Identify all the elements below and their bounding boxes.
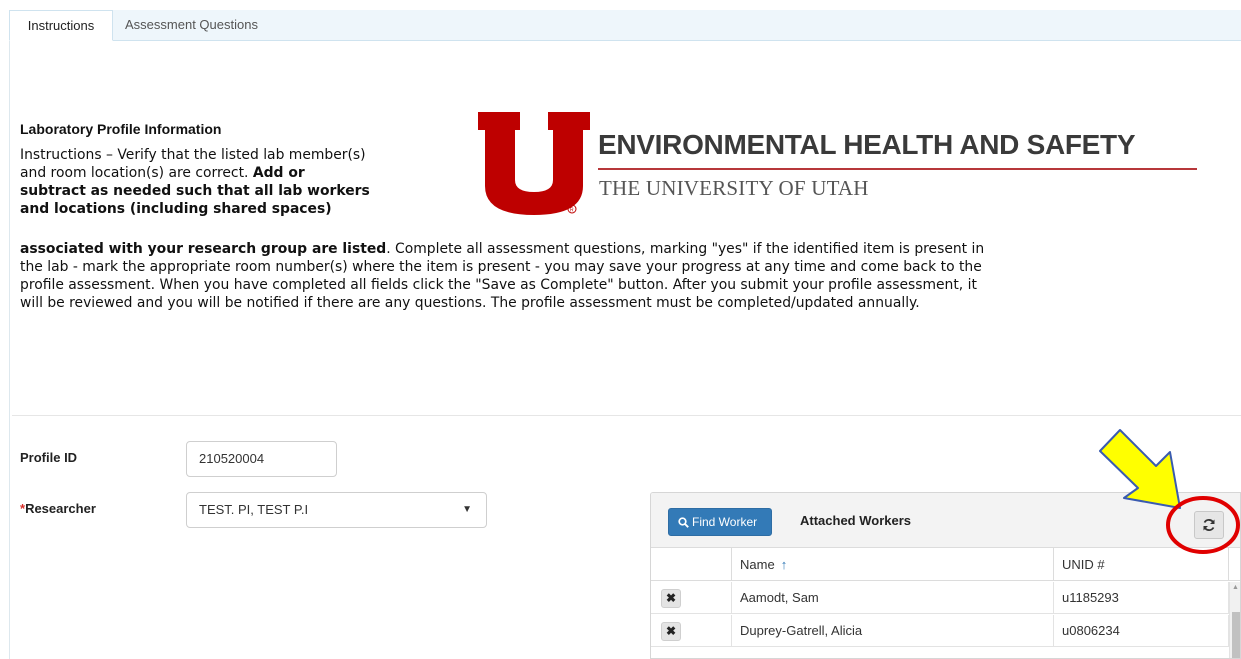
instructions-line: and locations (including shared spaces) <box>20 201 332 217</box>
logo-subtitle: THE UNIVERSITY OF UTAH <box>599 176 869 200</box>
worker-name: Duprey-Gatrell, Alicia <box>732 615 1054 647</box>
tab-bar: Instructions Assessment Questions <box>9 10 1241 41</box>
row-actions: ✖ <box>651 615 732 647</box>
tab-instructions[interactable]: Instructions <box>9 10 113 41</box>
worker-unid: u1185293 <box>1054 582 1229 614</box>
remove-worker-button[interactable]: ✖ <box>661 622 681 641</box>
university-of-utah-u-logo: R <box>478 112 590 215</box>
caret-down-icon: ▼ <box>462 504 472 515</box>
section-divider <box>12 415 1241 416</box>
instructions-line: and room location(s) are correct. Add or <box>20 165 305 181</box>
sort-ascending-icon: ↑ <box>780 557 788 572</box>
scroll-up-arrow-icon[interactable]: ▲ <box>1232 584 1239 591</box>
grid-header-actions <box>651 548 732 580</box>
find-worker-button[interactable]: Find Worker <box>668 508 772 536</box>
section-title: Laboratory Profile Information <box>20 121 222 137</box>
annotation-arrow-and-circle <box>1099 429 1240 554</box>
svg-text:R: R <box>570 208 574 214</box>
instructions-line: subtract as needed such that all lab wor… <box>20 183 370 199</box>
search-icon <box>678 517 689 528</box>
panel-title: Attached Workers <box>800 513 912 528</box>
row-actions: ✖ <box>651 582 732 614</box>
instructions-line: profile assessment. When you have comple… <box>20 277 977 293</box>
instructions-line: associated with your research group are … <box>20 241 985 257</box>
worker-unid: u0806234 <box>1054 615 1229 647</box>
researcher-selected-value: TEST. PI, TEST P.I <box>199 502 309 517</box>
instructions-line: will be reviewed and you will be notifie… <box>20 295 920 311</box>
logo-divider <box>598 168 1197 170</box>
grid-scrollbar[interactable]: ▲ <box>1229 582 1240 658</box>
logo-title: ENVIRONMENTAL HEALTH AND SAFETY <box>598 129 1136 160</box>
profile-id-field[interactable]: 210520004 <box>186 441 337 477</box>
table-row: ✖ Aamodt, Sam u1185293 <box>651 582 1229 614</box>
grid-header-name[interactable]: Name ↑ <box>732 548 1054 580</box>
researcher-label: *Researcher <box>20 501 96 516</box>
profile-id-label: Profile ID <box>20 450 78 465</box>
worker-name: Aamodt, Sam <box>732 582 1054 614</box>
scrollbar-thumb[interactable] <box>1232 612 1240 658</box>
researcher-select[interactable]: TEST. PI, TEST P.I ▼ <box>186 492 487 528</box>
remove-worker-button[interactable]: ✖ <box>661 589 681 608</box>
content-left-border <box>9 41 10 659</box>
tab-assessment-questions[interactable]: Assessment Questions <box>113 10 270 41</box>
table-row: ✖ Duprey-Gatrell, Alicia u0806234 <box>651 615 1229 647</box>
instructions-line: the lab - mark the appropriate room numb… <box>20 259 982 275</box>
instructions-line: Instructions – Verify that the listed la… <box>20 147 366 163</box>
